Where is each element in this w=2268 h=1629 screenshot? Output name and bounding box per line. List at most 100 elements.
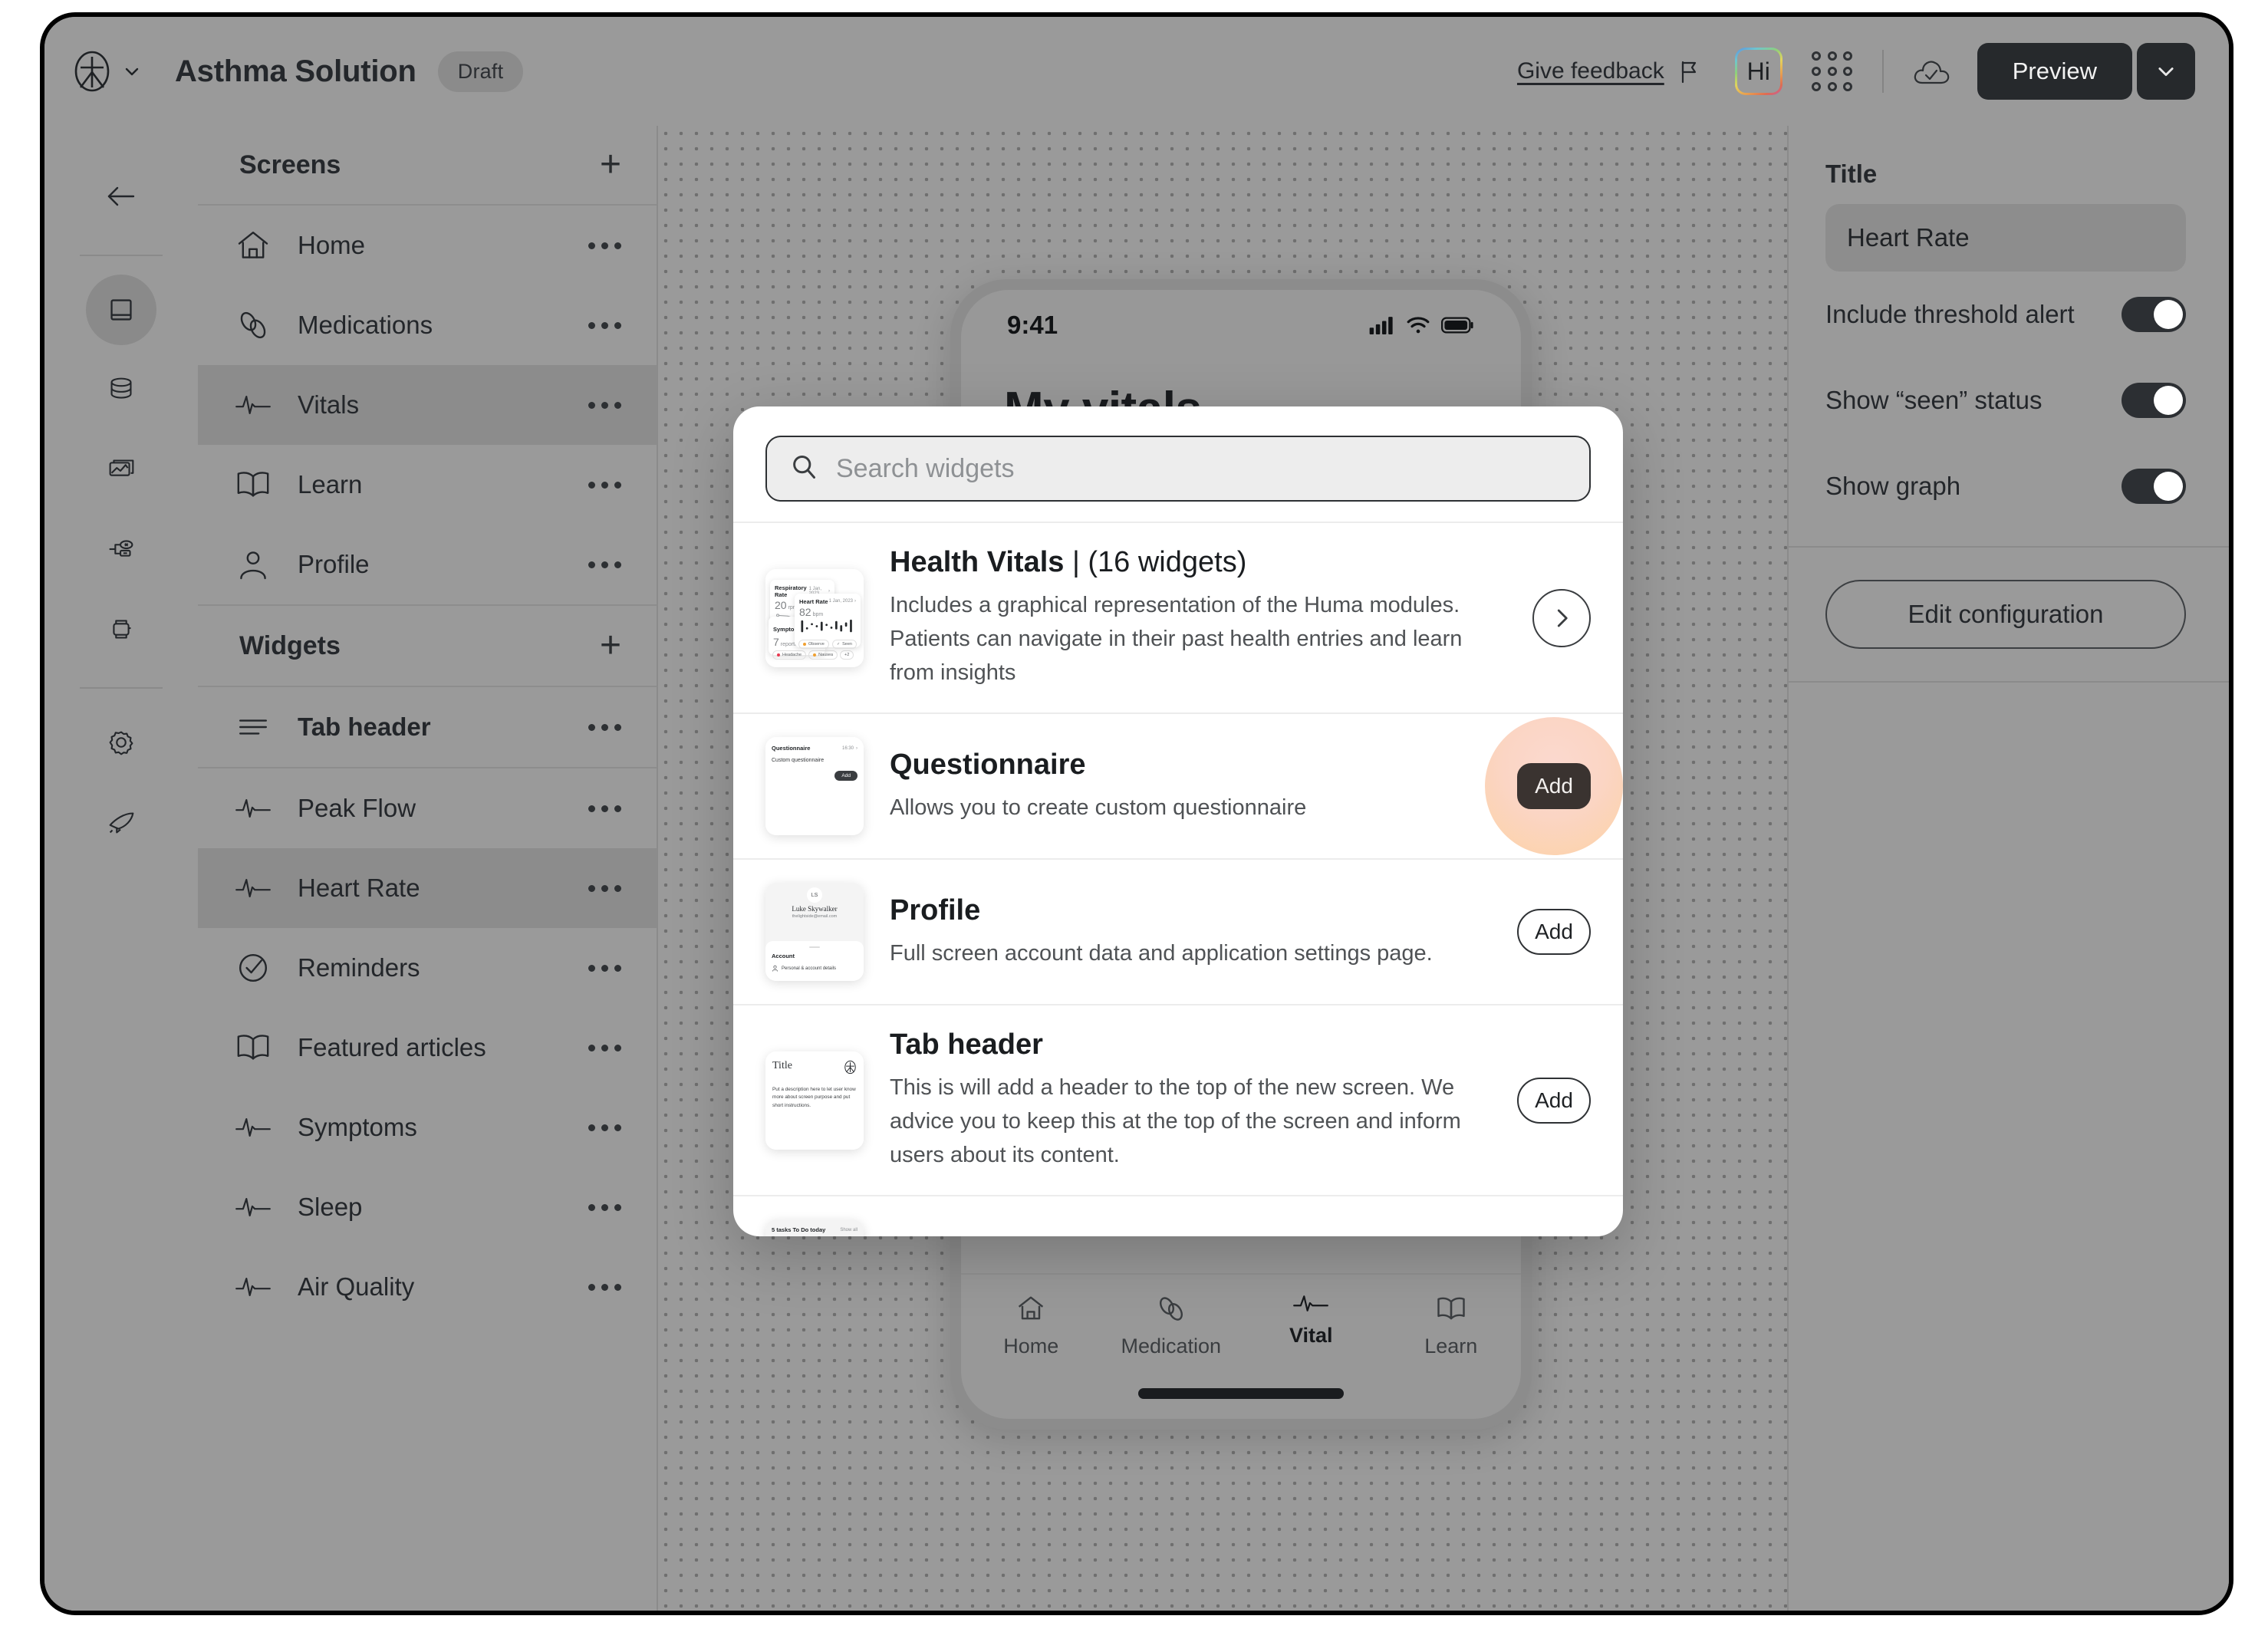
row-options-button[interactable] [588, 401, 621, 409]
widgets-item-sleep[interactable]: Sleep [198, 1167, 657, 1247]
list-item-label: Reminders [298, 953, 420, 982]
thumb-body: Put a description here to let user know … [772, 1086, 856, 1108]
phone-tab-medication[interactable]: Medication [1101, 1292, 1242, 1358]
search-input[interactable] [836, 453, 1566, 484]
row-options-button[interactable] [588, 1044, 621, 1051]
row-options-button[interactable] [588, 964, 621, 972]
workspace-switcher[interactable] [72, 49, 141, 94]
pills-icon [233, 305, 273, 345]
preview-button[interactable]: Preview [1977, 43, 2132, 100]
seen-status-toggle[interactable] [2122, 383, 2186, 418]
add-widget-button[interactable]: Add [1517, 763, 1591, 810]
widgets-item-peak-flow[interactable]: Peak Flow [198, 768, 657, 848]
row-options-button[interactable] [588, 1283, 621, 1291]
phone-tab-vital[interactable]: Vital [1241, 1292, 1381, 1348]
widgets-item-air-quality[interactable]: Air Quality [198, 1247, 657, 1327]
flag-icon[interactable] [1677, 58, 1703, 84]
status-indicators [1369, 316, 1475, 334]
threshold-alert-toggle[interactable] [2122, 297, 2186, 332]
screens-item-learn[interactable]: Learn [198, 445, 657, 525]
add-screen-button[interactable]: + [600, 146, 621, 183]
list-item-label: Vitals [298, 390, 360, 419]
rail-item-workflows[interactable] [86, 514, 156, 584]
widgets-item-reminders[interactable]: Reminders [198, 928, 657, 1008]
top-bar: Asthma Solution Draft Give feedback Hi P… [44, 17, 2229, 126]
search-widgets-box[interactable] [765, 436, 1591, 502]
screens-widgets-panel: Screens + Home Medications Vitals Learn Prof… [198, 126, 658, 1611]
cellular-icon [1369, 317, 1393, 334]
back-button[interactable] [86, 161, 156, 232]
widget-row-questionnaire[interactable]: Questionnaire 16:30 › Custom questionnai… [733, 712, 1623, 858]
thumb-row: Personal & account details [782, 966, 837, 971]
open-category-button[interactable] [1532, 588, 1591, 647]
widgets-section-header: Widgets + [198, 606, 657, 686]
screens-list: Home Medications Vitals Learn Profile [198, 206, 657, 604]
list-item-label: Symptoms [298, 1113, 417, 1141]
widgets-item-featured-articles[interactable]: Featured articles [198, 1008, 657, 1088]
widgets-item-heart-rate[interactable]: Heart Rate [198, 848, 657, 928]
phone-tab-home[interactable]: Home [961, 1292, 1101, 1358]
show-graph-toggle[interactable] [2122, 469, 2186, 504]
give-feedback-link[interactable]: Give feedback [1517, 58, 1664, 84]
toggle-label: Show graph [1825, 472, 1961, 500]
widget-title: Profile [890, 893, 981, 926]
widget-title: Questionnaire [890, 748, 1086, 781]
rail-item-data[interactable] [86, 354, 156, 425]
widget-thumbnail: Respiratory Rate 1 Jan, 2023 › 20 rpm [765, 568, 864, 667]
widgets-item-symptoms[interactable]: Symptoms [198, 1088, 657, 1167]
screens-item-profile[interactable]: Profile [198, 525, 657, 604]
phone-tab-label: Home [1003, 1334, 1059, 1358]
rail-item-deploy[interactable] [86, 787, 156, 857]
rail-item-settings[interactable] [86, 707, 156, 778]
heartbeat-icon [233, 1107, 273, 1147]
toggle-row-threshold-alert: Include threshold alert [1825, 272, 2186, 357]
widget-thumbnail: LS Luke Skywalker thelightside@email.com… [765, 883, 864, 982]
row-options-button[interactable] [588, 1203, 621, 1211]
add-widget-button[interactable]: + [600, 627, 621, 664]
thumb-heart-seen: ✓ Seen [831, 639, 857, 649]
add-widget-button[interactable]: Add [1517, 909, 1591, 956]
cloud-check-icon[interactable] [1911, 54, 1951, 89]
phone-tab-label: Medication [1121, 1334, 1222, 1358]
widgets-item-tab-header[interactable]: Tab header [198, 687, 657, 767]
row-options-button[interactable] [588, 723, 621, 731]
widget-picker-modal: Respiratory Rate 1 Jan, 2023 › 20 rpm [733, 406, 1623, 1236]
widget-title-input[interactable]: Heart Rate [1825, 204, 2186, 272]
widget-row-tab-header[interactable]: Title Put a description here to let user… [733, 1004, 1623, 1195]
row-options-button[interactable] [588, 805, 621, 812]
thumb-symptom-tag: +2 [840, 650, 854, 660]
heartbeat-icon [233, 1267, 273, 1307]
thumb-q-time: 16:30 [841, 745, 854, 751]
row-options-button[interactable] [588, 1124, 621, 1131]
widget-action: Add [1485, 717, 1623, 856]
heartbeat-icon [233, 1187, 273, 1227]
rail-item-devices[interactable] [86, 594, 156, 664]
widget-description: Includes a graphical representation of t… [890, 593, 1463, 686]
screens-item-vitals[interactable]: Vitals [198, 365, 657, 445]
screens-item-medications[interactable]: Medications [198, 285, 657, 365]
row-options-button[interactable] [588, 481, 621, 489]
preview-dropdown-button[interactable] [2137, 43, 2195, 100]
widget-row-profile[interactable]: LS Luke Skywalker thelightside@email.com… [733, 858, 1623, 1004]
screens-item-home[interactable]: Home [198, 206, 657, 285]
widget-row-todo[interactable]: 5 tasks To Do today Show all To Do Add [733, 1195, 1623, 1236]
phone-status-bar: 9:41 [961, 290, 1521, 360]
add-widget-button[interactable]: Add [1517, 1077, 1591, 1124]
row-options-button[interactable] [588, 242, 621, 249]
rail-item-media[interactable] [86, 434, 156, 505]
phone-tab-learn[interactable]: Learn [1381, 1292, 1522, 1358]
huma-logo-icon [844, 1060, 857, 1078]
apps-grid-icon[interactable] [1812, 51, 1853, 92]
book-icon [233, 1028, 273, 1068]
rail-item-screens[interactable] [86, 275, 156, 345]
row-options-button[interactable] [588, 884, 621, 892]
row-options-button[interactable] [588, 321, 621, 329]
row-options-button[interactable] [588, 561, 621, 568]
widget-action: Add [1517, 909, 1591, 956]
toggle-row-show-graph: Show graph [1825, 443, 2186, 529]
edit-configuration-button[interactable]: Edit configuration [1825, 580, 2186, 649]
widget-row-health-vitals[interactable]: Respiratory Rate 1 Jan, 2023 › 20 rpm [733, 522, 1623, 712]
toggle-label: Include threshold alert [1825, 300, 2075, 328]
avatar[interactable]: Hi [1734, 48, 1782, 95]
icon-rail [44, 126, 198, 1611]
